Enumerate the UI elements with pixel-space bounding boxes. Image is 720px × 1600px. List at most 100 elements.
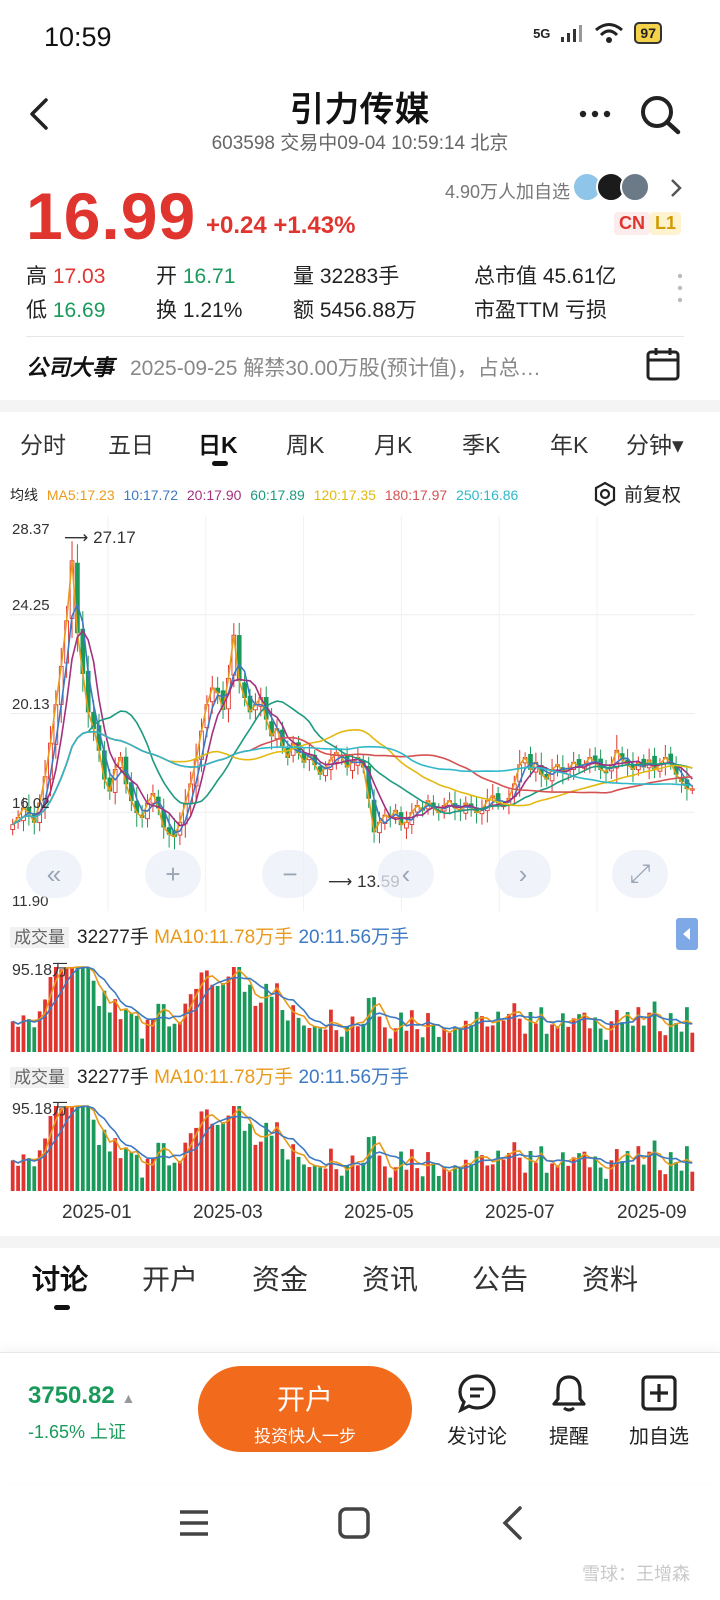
avatar xyxy=(620,172,650,202)
volume-bar xyxy=(231,967,236,1052)
volume-label[interactable]: 成交量 xyxy=(10,1067,69,1088)
tab-weekly-k[interactable]: 周K xyxy=(286,426,324,460)
volume-bar xyxy=(361,1023,366,1052)
volume-bar xyxy=(415,1029,420,1052)
watermark: 雪球：王增森 xyxy=(582,1564,690,1584)
volume-chart-secondary[interactable] xyxy=(10,1094,695,1191)
ma-legend: 均线 MA5:17.23 10:17.72 20:17.90 60:17.89 … xyxy=(10,485,523,505)
volume-bar xyxy=(663,1174,668,1191)
collapse-panel-button[interactable] xyxy=(676,918,698,950)
volume-bar xyxy=(10,1021,15,1052)
signal-icon xyxy=(561,25,583,42)
fullscreen-icon[interactable]: ⤢ xyxy=(612,850,668,898)
adjust-toggle[interactable]: 前复权 xyxy=(592,480,681,507)
volume-bar xyxy=(113,1138,118,1191)
volume-bar xyxy=(26,1019,31,1052)
index-value[interactable]: 3750.82 ▲ xyxy=(28,1382,135,1410)
volume-bar xyxy=(674,1023,679,1052)
tab-yearly-k[interactable]: 年K xyxy=(550,426,588,460)
volume-bar xyxy=(377,1155,382,1191)
volume-bar xyxy=(75,1106,80,1191)
volume-bar xyxy=(70,1106,74,1191)
volume-bar xyxy=(107,1012,112,1052)
post-discussion-button[interactable]: 发讨论 xyxy=(432,1372,522,1449)
tab-daily-k[interactable]: 日K xyxy=(198,426,238,460)
volume-bar xyxy=(334,1030,339,1052)
add-watchlist-button[interactable]: 加自选 xyxy=(614,1372,704,1449)
volume-bar xyxy=(361,1162,366,1191)
adjust-label: 前复权 xyxy=(624,485,682,506)
volume-bar xyxy=(436,1036,441,1052)
y-axis-label: 20.13 xyxy=(12,696,50,713)
chat-bubble-icon xyxy=(458,1374,496,1414)
tab-discussion[interactable]: 讨论 xyxy=(32,1258,88,1298)
tab-intraday[interactable]: 分时 xyxy=(20,426,66,460)
tab-funds[interactable]: 资金 xyxy=(252,1258,308,1298)
volume-bar xyxy=(404,1169,409,1191)
volume-bar xyxy=(560,1152,565,1191)
volume-bar xyxy=(501,1159,506,1191)
volume-bar xyxy=(312,1026,317,1052)
back-nav-icon[interactable] xyxy=(502,1506,522,1540)
tab-account[interactable]: 开户 xyxy=(142,1258,198,1298)
next-button[interactable]: › xyxy=(495,850,551,898)
prev-button[interactable]: ‹ xyxy=(378,850,434,898)
volume-bar xyxy=(307,1167,312,1191)
open-account-button[interactable]: 开户 投资快人一步 xyxy=(198,1366,412,1452)
ma-line xyxy=(12,629,693,827)
volume-bar xyxy=(544,1172,549,1191)
watcher-avatars[interactable] xyxy=(572,172,650,202)
scroll-left-button[interactable]: « xyxy=(26,850,82,898)
candlestick-chart[interactable] xyxy=(10,516,695,911)
volume-bar xyxy=(658,1031,662,1052)
tab-news[interactable]: 资讯 xyxy=(362,1258,418,1298)
candles xyxy=(10,541,695,850)
tab-announcements[interactable]: 公告 xyxy=(472,1258,528,1298)
menu-icon[interactable] xyxy=(180,1510,208,1536)
volume-bar xyxy=(636,1007,641,1052)
volume-ma10: MA10:11.78万手 xyxy=(154,927,294,948)
volume-bar xyxy=(156,1003,161,1052)
bell-icon xyxy=(552,1375,586,1412)
volume-bar xyxy=(302,1025,306,1052)
tab-profile[interactable]: 资料 xyxy=(582,1258,638,1298)
volume-bar xyxy=(544,1033,549,1052)
more-icon[interactable] xyxy=(575,96,615,132)
tab-monthly-k[interactable]: 月K xyxy=(374,426,412,460)
chevron-right-icon[interactable] xyxy=(668,176,684,200)
tab-minute[interactable]: 分钟▾ xyxy=(626,426,684,460)
company-event-text[interactable]: 2025-09-25 解禁30.00万股(预计值)，占总… xyxy=(130,352,630,382)
volume-value: 32277手 xyxy=(77,927,149,948)
volume-bar xyxy=(312,1165,317,1191)
zoom-out-button[interactable]: − xyxy=(262,850,318,898)
volume-bar xyxy=(685,1146,689,1191)
volume-bar xyxy=(134,1015,139,1052)
company-events-title[interactable]: 公司大事 xyxy=(26,350,114,382)
volume-header-secondary: 成交量 32277手 MA10:11.78万手 20:11.56万手 xyxy=(10,1062,409,1089)
reminder-button[interactable]: 提醒 xyxy=(524,1372,614,1449)
tab-five-day[interactable]: 五日 xyxy=(108,426,154,460)
search-icon[interactable] xyxy=(636,92,684,136)
tab-quarterly-k[interactable]: 季K xyxy=(462,426,500,460)
volume-bar xyxy=(118,1158,123,1191)
volume-bar xyxy=(91,1119,96,1191)
volume-bar xyxy=(409,1149,414,1191)
volume-bar xyxy=(550,1024,554,1052)
watchers-count[interactable]: 4.90万人加自选 xyxy=(445,178,570,204)
zoom-in-button[interactable]: + xyxy=(145,850,201,898)
calendar-icon[interactable] xyxy=(644,345,682,383)
more-vertical-icon[interactable] xyxy=(674,270,686,306)
volume-chart[interactable] xyxy=(10,955,695,1052)
volume-bar xyxy=(323,1168,328,1191)
stat-volume: 量 32283手 xyxy=(293,265,400,288)
volume-label[interactable]: 成交量 xyxy=(10,927,69,948)
volume-bar xyxy=(641,1025,646,1052)
home-icon[interactable] xyxy=(338,1507,370,1539)
volume-bar xyxy=(323,1029,328,1052)
volume-max-label: 95.18万 xyxy=(12,1101,69,1118)
volume-bar xyxy=(647,1012,652,1052)
volume-bar xyxy=(490,1164,495,1191)
ma60-value: 60:17.89 xyxy=(250,487,305,503)
volume-bar xyxy=(620,1161,625,1191)
volume-bar xyxy=(426,1013,430,1052)
